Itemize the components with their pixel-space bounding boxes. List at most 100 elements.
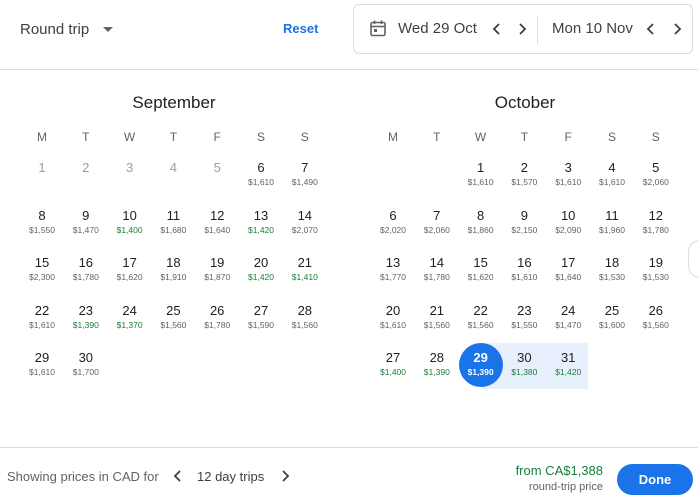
- round-trip-price-label: round-trip price: [529, 481, 603, 493]
- day-price: $1,960: [599, 224, 625, 235]
- calendar-day[interactable]: 29 $1,610: [20, 344, 64, 388]
- calendar-day[interactable]: 8 $1,860: [459, 202, 503, 246]
- calendar-day[interactable]: 16 $1,610: [502, 249, 546, 293]
- calendar-day[interactable]: 3 $1,610: [546, 154, 590, 198]
- currency-note: Showing prices in CAD for: [7, 469, 159, 484]
- day-number: 27: [385, 350, 401, 365]
- calendar-day[interactable]: 30 $1,700: [64, 344, 108, 388]
- calendar-day[interactable]: 4 $1,610: [590, 154, 634, 198]
- chevron-right-icon[interactable]: [279, 470, 291, 482]
- day-price: $1,910: [160, 272, 187, 282]
- calendar-day[interactable]: 30 $1,380: [502, 344, 546, 388]
- day-number: 5: [213, 160, 221, 175]
- calendar-day[interactable]: 15 $2,300: [20, 249, 64, 293]
- weekday-header: S: [651, 130, 660, 144]
- done-button[interactable]: Done: [617, 464, 693, 495]
- calendar-day[interactable]: 19 $1,530: [634, 249, 678, 293]
- day-price: $2,300: [29, 272, 55, 282]
- day-number: 25: [166, 302, 181, 318]
- calendar-day[interactable]: 19 $1,870: [195, 249, 239, 293]
- calendar-day[interactable]: 22 $1,560: [459, 297, 503, 341]
- day-price: $2,150: [511, 224, 538, 235]
- calendar-day[interactable]: 13 $1,770: [371, 249, 415, 293]
- chevron-left-icon[interactable]: [490, 22, 504, 36]
- calendar-day[interactable]: 2 $1,570: [502, 154, 546, 198]
- day-number: 26: [209, 302, 225, 318]
- day-number: 6: [257, 160, 265, 175]
- calendar-day[interactable]: 28 $1,560: [283, 297, 327, 341]
- calendar-day[interactable]: 12 $1,640: [195, 202, 239, 246]
- calendar-day[interactable]: 18 $1,910: [151, 249, 195, 293]
- day-number: 28: [429, 350, 445, 365]
- day-price: $1,780: [423, 272, 450, 282]
- departure-date-input[interactable]: Wed 29 Oct: [398, 20, 477, 37]
- calendar-day[interactable]: 23 $1,390: [64, 297, 108, 341]
- day-price: $1,420: [248, 224, 274, 235]
- calendar-day[interactable]: 31 $1,420: [546, 344, 590, 388]
- day-price: $1,610: [380, 319, 406, 330]
- calendar-day[interactable]: 24 $1,370: [108, 297, 152, 341]
- calendar-day[interactable]: 22 $1,610: [20, 297, 64, 341]
- calendar-day[interactable]: 7 $1,490: [283, 154, 327, 198]
- calendar-day[interactable]: 24 $1,470: [546, 297, 590, 341]
- calendar-day[interactable]: 11 $1,960: [590, 202, 634, 246]
- calendar-day[interactable]: 5 $2,060: [634, 154, 678, 198]
- chevron-left-icon[interactable]: [644, 22, 658, 36]
- calendar-day[interactable]: 6 $2,020: [371, 202, 415, 246]
- day-number: 29: [473, 350, 488, 365]
- trip-type-dropdown[interactable]: Round trip: [20, 18, 114, 40]
- day-price: $1,680: [160, 224, 187, 235]
- return-date-input[interactable]: Mon 10 Nov: [552, 20, 633, 37]
- calendar-day[interactable]: 12 $1,780: [634, 202, 678, 246]
- calendar-day[interactable]: 27 $1,400: [371, 344, 415, 388]
- trip-type-label: Round trip: [20, 20, 90, 38]
- chevron-right-icon[interactable]: [670, 22, 684, 36]
- calendar-day[interactable]: 26 $1,780: [195, 297, 239, 341]
- calendar-day[interactable]: 21 $1,410: [283, 249, 327, 293]
- calendar-day[interactable]: 23 $1,550: [502, 297, 546, 341]
- calendar-day[interactable]: 10 $1,400: [108, 202, 152, 246]
- day-number: 9: [520, 207, 528, 223]
- calendar-day[interactable]: 26 $1,560: [634, 297, 678, 341]
- day-number: 16: [78, 255, 94, 270]
- calendar-day[interactable]: 17 $1,640: [546, 249, 590, 293]
- day-number: 19: [648, 255, 664, 270]
- calendar-day[interactable]: 14 $1,780: [415, 249, 459, 293]
- reset-button[interactable]: Reset: [283, 21, 318, 36]
- day-price: $1,420: [555, 367, 582, 377]
- day-price: $1,640: [204, 224, 231, 235]
- weekday-header: F: [213, 130, 221, 144]
- calendar-day[interactable]: 13 $1,420: [239, 202, 283, 246]
- day-price: $2,070: [291, 224, 318, 235]
- day-price: $1,390: [467, 367, 494, 377]
- calendar-scroll-handle[interactable]: [688, 240, 698, 278]
- calendar-day[interactable]: 7 $2,060: [415, 202, 459, 246]
- calendar-day[interactable]: 10 $2,090: [546, 202, 590, 246]
- calendar-day[interactable]: 8 $1,550: [20, 202, 64, 246]
- month-september: September M T W T F S S 1 2 3 4 5 6 $1,610 7 $1,490 8 $1,…: [4, 92, 344, 377]
- calendar-day[interactable]: 16 $1,780: [64, 249, 108, 293]
- calendar-day-selected[interactable]: 29 $1,390: [459, 344, 503, 388]
- day-number: 28: [297, 302, 313, 318]
- calendar-day[interactable]: 6 $1,610: [239, 154, 283, 198]
- calendar-day[interactable]: 17 $1,620: [108, 249, 152, 293]
- calendar-day[interactable]: 25 $1,600: [590, 297, 634, 341]
- calendar-day[interactable]: 11 $1,680: [151, 202, 195, 246]
- calendar-day[interactable]: 28 $1,390: [415, 344, 459, 388]
- calendar-day[interactable]: 1 $1,610: [459, 154, 503, 198]
- chevron-left-icon[interactable]: [172, 470, 184, 482]
- chevron-right-icon[interactable]: [515, 22, 529, 36]
- calendar-day[interactable]: 14 $2,070: [283, 202, 327, 246]
- weekday-header: M: [37, 130, 47, 144]
- calendar-day[interactable]: 20 $1,420: [239, 249, 283, 293]
- calendar-day[interactable]: 25 $1,560: [151, 297, 195, 341]
- calendar-day[interactable]: 9 $2,150: [502, 202, 546, 246]
- weekday-header: T: [520, 130, 529, 144]
- calendar-day[interactable]: 27 $1,590: [239, 297, 283, 341]
- calendar-day[interactable]: 20 $1,610: [371, 297, 415, 341]
- calendar-day[interactable]: 18 $1,530: [590, 249, 634, 293]
- calendar-day[interactable]: 21 $1,560: [415, 297, 459, 341]
- calendar-day[interactable]: 15 $1,620: [459, 249, 503, 293]
- calendar-day[interactable]: 9 $1,470: [64, 202, 108, 246]
- day-number: 11: [605, 207, 619, 223]
